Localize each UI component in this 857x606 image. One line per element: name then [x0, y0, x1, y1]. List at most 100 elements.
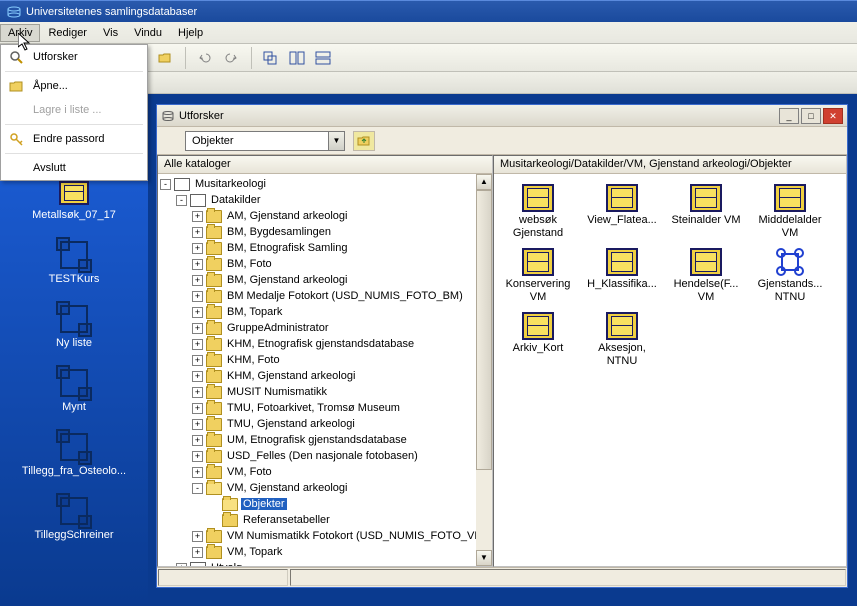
expander-icon[interactable]: +	[192, 547, 203, 558]
icon-item[interactable]: H_Klassifika...	[582, 246, 662, 306]
icon-label: Gjenstands... NTNU	[752, 278, 828, 304]
folder-open-icon	[9, 79, 25, 95]
menu-vis[interactable]: Vis	[95, 24, 126, 42]
menu-utforsker[interactable]: Utforsker	[1, 45, 147, 69]
tree-scrollbar[interactable]: ▲ ▼	[476, 174, 492, 566]
menu-vindu[interactable]: Vindu	[126, 24, 170, 42]
tree-node[interactable]: +BM, Etnografisk Samling	[160, 240, 490, 256]
tree-node[interactable]: -VM, Gjenstand arkeologi	[160, 480, 490, 496]
tree-node[interactable]: +BM Medalje Fotokort (USD_NUMIS_FOTO_BM)	[160, 288, 490, 304]
tree-node[interactable]: Objekter	[160, 496, 490, 512]
tool-undo-icon[interactable]	[194, 47, 216, 69]
tree-node[interactable]: +Utvalg	[160, 560, 490, 566]
db-icon	[190, 194, 206, 207]
icon-item[interactable]: Gjenstands... NTNU	[750, 246, 830, 306]
expander-icon[interactable]: +	[192, 227, 203, 238]
path-combo[interactable]: Objekter ▼	[185, 131, 345, 151]
expander-icon[interactable]: -	[176, 195, 187, 206]
tree-node[interactable]: +AM, Gjenstand arkeologi	[160, 208, 490, 224]
tree-node[interactable]: +BM, Gjenstand arkeologi	[160, 272, 490, 288]
sidebar-item-tilleggschreiner[interactable]: TilleggSchreiner	[0, 489, 148, 553]
menu-avslutt[interactable]: Avslutt	[1, 156, 147, 180]
tree-node[interactable]: +MUSIT Numismatikk	[160, 384, 490, 400]
tree-node[interactable]: +VM Numismatikk Fotokort (USD_NUMIS_FOTO…	[160, 528, 490, 544]
expander-icon[interactable]: +	[192, 435, 203, 446]
tree-node[interactable]: +USD_Felles (Den nasjonale fotobasen)	[160, 448, 490, 464]
tree-node[interactable]: +VM, Topark	[160, 544, 490, 560]
folder-up-button[interactable]	[353, 131, 375, 151]
tree-node[interactable]: +KHM, Foto	[160, 352, 490, 368]
menu-apne[interactable]: Åpne...	[1, 74, 147, 98]
expander-icon[interactable]: +	[192, 419, 203, 430]
expander-icon[interactable]: +	[192, 467, 203, 478]
expander-icon[interactable]: +	[192, 531, 203, 542]
expander-icon[interactable]: +	[192, 243, 203, 254]
tree-node[interactable]: +UM, Etnografisk gjenstandsdatabase	[160, 432, 490, 448]
cabinet-icon	[522, 248, 554, 276]
expander-icon[interactable]: +	[192, 451, 203, 462]
tree-node[interactable]: +GruppeAdministrator	[160, 320, 490, 336]
expander-icon[interactable]: +	[192, 387, 203, 398]
menu-rediger[interactable]: Rediger	[40, 24, 95, 42]
icon-item[interactable]: Konservering VM	[498, 246, 578, 306]
tool-tile-v-icon[interactable]	[312, 47, 334, 69]
icon-item[interactable]: Steinalder VM	[666, 182, 746, 242]
expander-icon[interactable]: +	[192, 211, 203, 222]
tool-open-icon[interactable]	[154, 47, 176, 69]
tree-node[interactable]: +KHM, Etnografisk gjenstandsdatabase	[160, 336, 490, 352]
tree-node[interactable]: -Datakilder	[160, 192, 490, 208]
icon-grid[interactable]: websøk GjenstandView_Flatea...Steinalder…	[494, 174, 846, 378]
expander-icon[interactable]: +	[192, 339, 203, 350]
icon-label: Midddelalder VM	[752, 214, 828, 240]
scroll-thumb[interactable]	[476, 190, 492, 470]
icon-item[interactable]: Hendelse(F... VM	[666, 246, 746, 306]
sidebar-item-testkurs[interactable]: TESTKurs	[0, 233, 148, 297]
close-button[interactable]: ✕	[823, 108, 843, 124]
tree-node[interactable]: +BM, Bygdesamlingen	[160, 224, 490, 240]
icon-item[interactable]: Midddelalder VM	[750, 182, 830, 242]
tree-node[interactable]: +BM, Foto	[160, 256, 490, 272]
expander-icon[interactable]: -	[160, 179, 171, 190]
expander-icon[interactable]: +	[192, 307, 203, 318]
tree-node[interactable]: +BM, Topark	[160, 304, 490, 320]
icon-item[interactable]: View_Flatea...	[582, 182, 662, 242]
tree-node[interactable]: +TMU, Fotoarkivet, Tromsø Museum	[160, 400, 490, 416]
expander-icon[interactable]: +	[192, 371, 203, 382]
tree-node[interactable]: +KHM, Gjenstand arkeologi	[160, 368, 490, 384]
icon-item[interactable]: Aksesjon, NTNU	[582, 310, 662, 370]
expander-icon[interactable]: +	[192, 355, 203, 366]
tree-node[interactable]: Referansetabeller	[160, 512, 490, 528]
tree[interactable]: -Musitarkeologi-Datakilder+AM, Gjenstand…	[158, 174, 492, 566]
expander-icon[interactable]: +	[192, 259, 203, 270]
minimize-button[interactable]: _	[779, 108, 799, 124]
scroll-down-icon[interactable]: ▼	[476, 550, 492, 566]
sidebar-item-metallsok[interactable]: Metallsøk_07_17	[0, 173, 148, 233]
tool-redo-icon[interactable]	[220, 47, 242, 69]
scroll-up-icon[interactable]: ▲	[476, 174, 492, 190]
menu-arkiv[interactable]: Arkiv	[0, 24, 40, 42]
tree-node[interactable]: +VM, Foto	[160, 464, 490, 480]
menu-passord[interactable]: Endre passord	[1, 127, 147, 151]
expander-icon[interactable]: -	[192, 483, 203, 494]
icon-item[interactable]: websøk Gjenstand	[498, 182, 578, 242]
icon-item[interactable]: Arkiv_Kort	[498, 310, 578, 370]
maximize-button[interactable]: □	[801, 108, 821, 124]
sidebar: Metallsøk_07_17 TESTKurs Ny liste Mynt T…	[0, 173, 148, 606]
tree-node[interactable]: -Musitarkeologi	[160, 176, 490, 192]
expander-icon[interactable]: +	[192, 323, 203, 334]
expander-icon[interactable]: +	[192, 291, 203, 302]
explorer-titlebar[interactable]: Utforsker _ □ ✕	[157, 105, 847, 127]
sidebar-item-mynt[interactable]: Mynt	[0, 361, 148, 425]
folder-icon	[206, 466, 222, 479]
expander-icon[interactable]: +	[176, 563, 187, 567]
tool-cascade-icon[interactable]	[260, 47, 282, 69]
folder-icon	[206, 210, 222, 223]
expander-icon[interactable]: +	[192, 403, 203, 414]
tree-node[interactable]: +TMU, Gjenstand arkeologi	[160, 416, 490, 432]
sidebar-item-tillegg-osteolo[interactable]: Tillegg_fra_Osteolo...	[0, 425, 148, 489]
menu-hjelp[interactable]: Hjelp	[170, 24, 211, 42]
tool-tile-h-icon[interactable]	[286, 47, 308, 69]
chevron-down-icon[interactable]: ▼	[328, 132, 344, 150]
sidebar-item-nyliste[interactable]: Ny liste	[0, 297, 148, 361]
expander-icon[interactable]: +	[192, 275, 203, 286]
